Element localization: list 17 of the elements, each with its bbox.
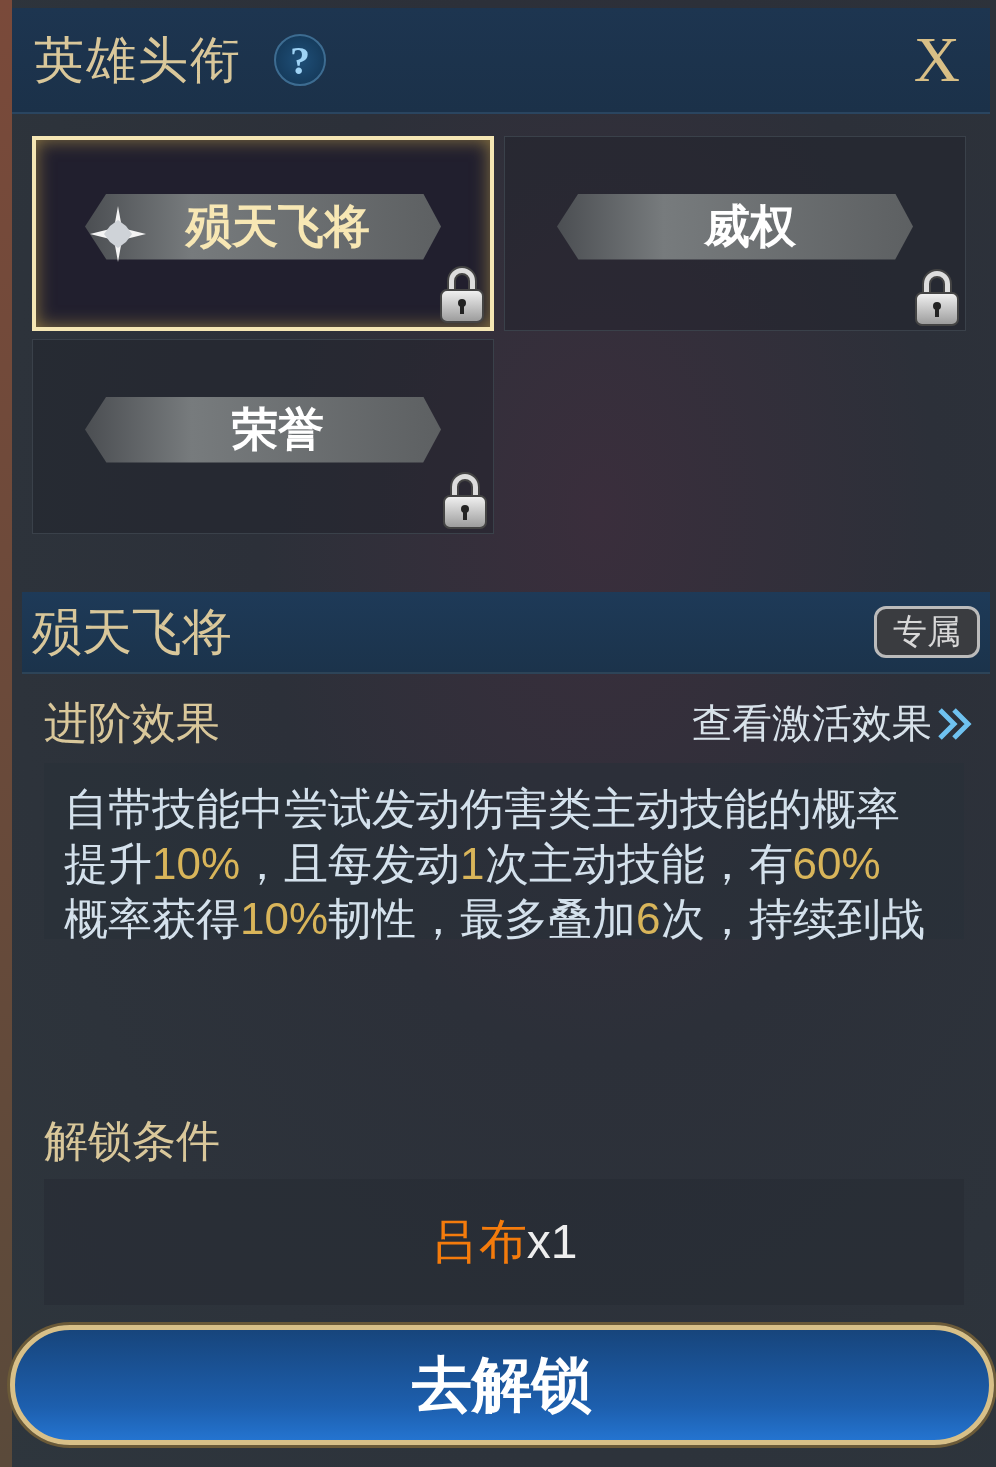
- unlock-button[interactable]: 去解锁: [10, 1325, 994, 1445]
- detail-title: 殒天飞将: [32, 601, 232, 663]
- effect-description: 自带技能中尝试发动伤害类主动技能的概率 提升10%，且每发动1次主动技能，有60% 概率获得10%韧性，最多叠加6次，持续到战: [64, 782, 926, 946]
- title-ribbon: 威权: [557, 193, 913, 260]
- exclusive-tag: 专属: [874, 606, 980, 658]
- section-heading: 解锁条件: [44, 1114, 220, 1168]
- help-button[interactable]: ?: [274, 34, 326, 86]
- close-button[interactable]: X: [905, 23, 968, 97]
- view-effect-link[interactable]: 查看激活效果: [692, 696, 976, 751]
- title-ribbon: 殒天飞将: [85, 193, 441, 260]
- title-card[interactable]: 威权: [504, 136, 966, 331]
- unlock-requirement: 吕布x1: [430, 1212, 578, 1271]
- title-card[interactable]: 荣誉: [32, 339, 494, 534]
- dialog-title: 英雄头衔: [34, 29, 242, 91]
- section-heading: 进阶效果: [44, 696, 220, 750]
- title-ribbon: 荣誉: [85, 396, 441, 463]
- title-card[interactable]: 殒天飞将: [32, 136, 494, 331]
